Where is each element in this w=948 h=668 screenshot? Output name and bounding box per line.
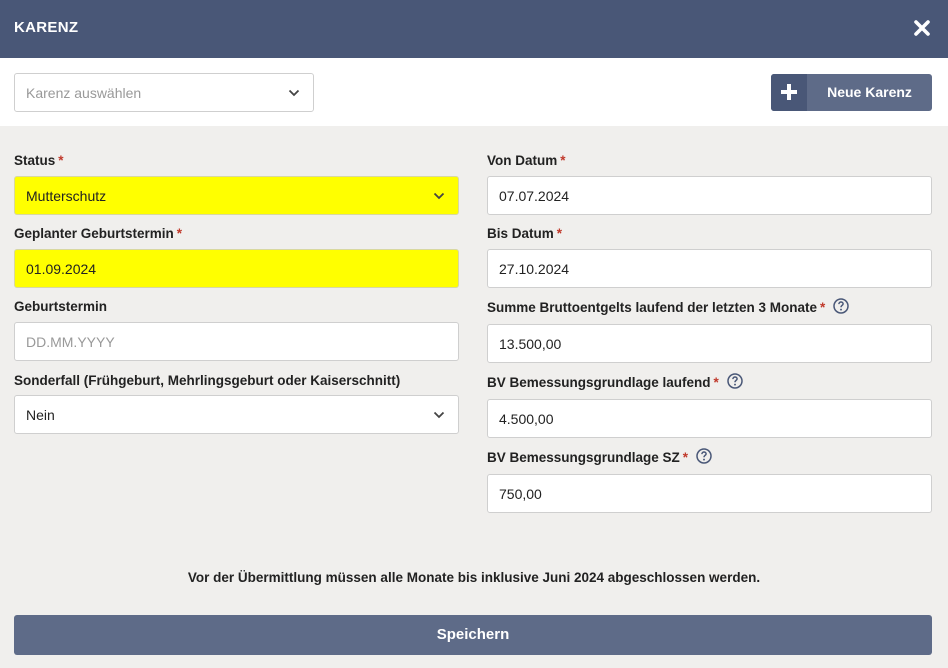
required-marker: *	[713, 375, 719, 390]
chevron-down-icon	[288, 89, 300, 96]
new-karenz-button-label: Neue Karenz	[827, 84, 912, 100]
summe-brutto-label: Summe Bruttoentgelts laufend der letzten…	[487, 298, 850, 316]
bv-sz-label: BV Bemessungsgrundlage SZ *	[487, 448, 712, 466]
required-marker: *	[682, 450, 689, 465]
geburtstermin-input[interactable]: DD.MM.YYYY	[14, 322, 459, 361]
required-marker: *	[58, 153, 64, 168]
chevron-down-icon	[433, 192, 445, 199]
status-value: Mutterschutz	[26, 187, 107, 204]
dialog-header: KARENZ	[0, 0, 948, 58]
sonderfall-label: Sonderfall (Frühgeburt, Mehrlingsgeburt …	[14, 373, 401, 388]
dialog-title: KARENZ	[14, 19, 79, 36]
karenz-select-placeholder: Karenz auswählen	[26, 84, 142, 101]
chevron-down-icon	[433, 411, 445, 418]
required-marker: *	[176, 226, 183, 241]
geplanter-geburtstermin-input[interactable]: 01.09.2024	[14, 249, 459, 288]
geplanter-geburtstermin-value: 01.09.2024	[26, 260, 97, 277]
sonderfall-value: Nein	[26, 406, 55, 423]
summe-brutto-value: 13.500,00	[499, 335, 562, 352]
save-button[interactable]: Speichern	[14, 615, 932, 655]
bis-datum-value: 27.10.2024	[499, 260, 570, 277]
bv-laufend-label: BV Bemessungsgrundlage laufend *	[487, 373, 743, 391]
plus-icon	[771, 74, 807, 111]
von-datum-label: Von Datum *	[487, 153, 566, 168]
bis-datum-input[interactable]: 27.10.2024	[487, 249, 932, 288]
bv-laufend-value: 4.500,00	[499, 410, 554, 427]
bv-sz-value: 750,00	[499, 485, 542, 502]
required-marker: *	[820, 300, 826, 315]
summe-brutto-input[interactable]: 13.500,00	[487, 324, 932, 363]
von-datum-value: 07.07.2024	[499, 187, 570, 204]
geburtstermin-placeholder: DD.MM.YYYY	[26, 333, 115, 350]
help-icon[interactable]	[696, 448, 712, 465]
bv-laufend-input[interactable]: 4.500,00	[487, 399, 932, 438]
geburtstermin-label: Geburtstermin	[14, 299, 108, 314]
status-label: Status *	[14, 153, 64, 168]
von-datum-input[interactable]: 07.07.2024	[487, 176, 932, 215]
karenz-select[interactable]: Karenz auswählen	[14, 73, 314, 112]
bis-datum-label: Bis Datum *	[487, 226, 563, 241]
sonderfall-select[interactable]: Nein	[14, 395, 459, 434]
required-marker: *	[560, 153, 566, 168]
submission-notice: Vor der Übermittlung müssen alle Monate …	[187, 570, 761, 585]
bv-sz-input[interactable]: 750,00	[487, 474, 932, 513]
help-icon[interactable]	[833, 298, 850, 315]
status-select[interactable]: Mutterschutz	[14, 176, 459, 215]
help-icon[interactable]	[727, 373, 743, 390]
close-icon[interactable]	[912, 18, 932, 38]
required-marker: *	[556, 226, 563, 241]
new-karenz-button[interactable]: Neue Karenz	[771, 74, 932, 111]
geplanter-geburtstermin-label: Geplanter Geburtstermin *	[14, 226, 183, 241]
